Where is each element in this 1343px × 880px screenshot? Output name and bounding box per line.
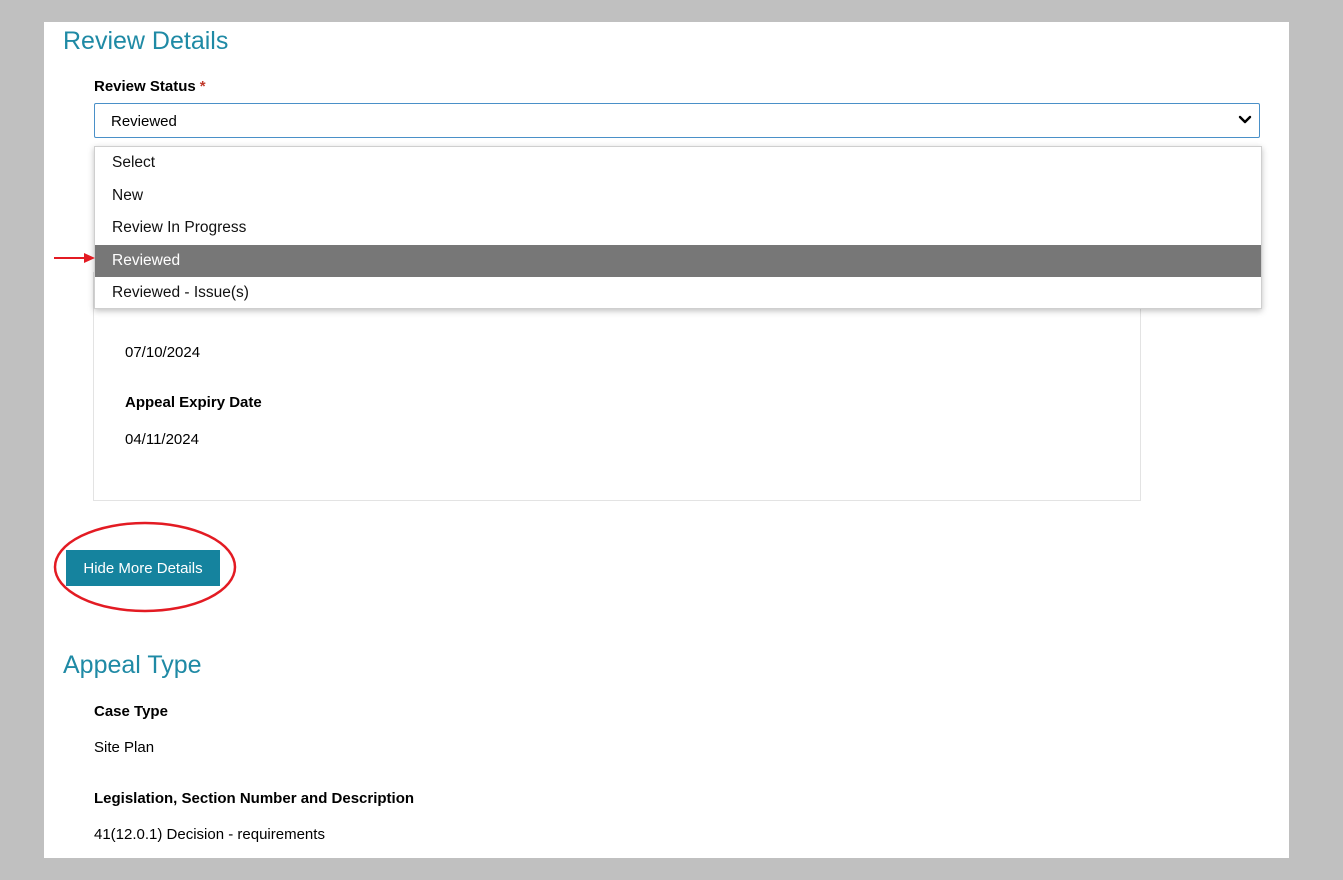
dropdown-option-reviewed-issues[interactable]: Reviewed - Issue(s): [95, 277, 1261, 310]
case-type-label: Case Type: [94, 703, 168, 720]
appeal-expiry-label: Appeal Expiry Date: [125, 394, 262, 411]
case-type-value: Site Plan: [94, 739, 155, 756]
review-status-label-text: Review Status: [94, 78, 196, 95]
dropdown-option-review-in-progress[interactable]: Review In Progress: [95, 212, 1261, 245]
review-status-label: Review Status *: [94, 78, 206, 95]
dropdown-option-select[interactable]: Select: [95, 147, 1261, 180]
main-panel: Review Details Review Status * Reviewed 0…: [44, 22, 1289, 858]
legislation-value: 41(12.0.1) Decision - requirements: [94, 826, 325, 843]
review-status-selected-value: Reviewed: [111, 113, 177, 130]
chevron-down-icon: [1238, 115, 1252, 124]
review-details-heading: Review Details: [63, 27, 229, 55]
dropdown-option-new[interactable]: New: [95, 180, 1261, 213]
required-marker: *: [199, 78, 206, 95]
legislation-label: Legislation, Section Number and Descript…: [94, 790, 415, 807]
review-status-dropdown-list: Select New Review In Progress Reviewed R…: [94, 146, 1262, 309]
appeal-type-heading: Appeal Type: [63, 651, 202, 679]
review-status-select[interactable]: Reviewed: [94, 103, 1260, 138]
red-arrow-annotation: [54, 253, 95, 263]
hide-more-details-button[interactable]: Hide More Details: [66, 550, 220, 586]
dropdown-option-reviewed[interactable]: Reviewed: [95, 244, 1261, 277]
date-value: 07/10/2024: [125, 344, 201, 361]
appeal-expiry-value: 04/11/2024: [125, 431, 199, 448]
